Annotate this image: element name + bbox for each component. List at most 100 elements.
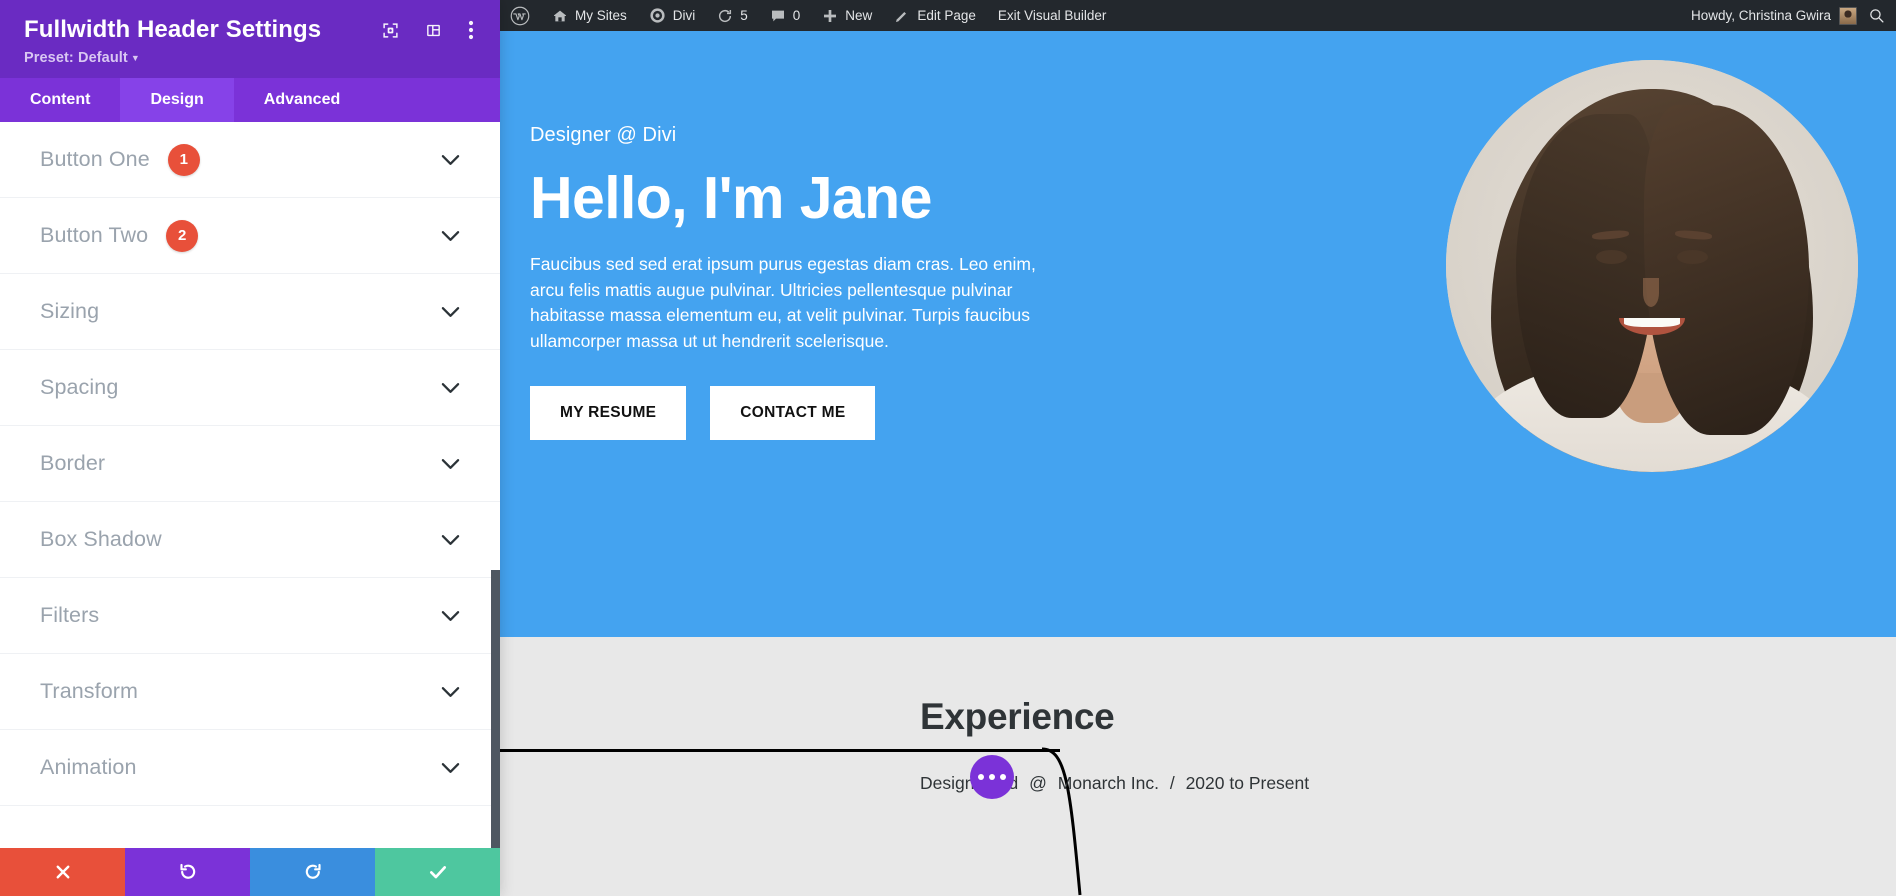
pencil-icon — [894, 8, 910, 24]
undo-button[interactable] — [125, 848, 250, 896]
accordion-label: Border — [40, 451, 106, 475]
panel-title-row: Fullwidth Header Settings — [24, 16, 478, 44]
save-button[interactable] — [375, 848, 500, 896]
accordion-item-button-two[interactable]: Button Two 2 — [0, 198, 500, 274]
tab-content[interactable]: Content — [0, 78, 120, 122]
panel-body: Button One 1 Button Two 2 Sizing Spacing… — [0, 122, 500, 848]
chevron-down-icon: ▼ — [130, 53, 140, 63]
hero-eyebrow: Designer @ Divi — [530, 124, 677, 146]
hero-buttons: MY RESUME CONTACT ME — [530, 385, 1070, 440]
tab-design[interactable]: Design — [120, 78, 234, 122]
adminbar-item-edit-page[interactable]: Edit Page — [883, 0, 987, 31]
experience-meta: Design Lead @ Monarch Inc. / 2020 to Pre… — [920, 773, 1620, 794]
redo-button[interactable] — [250, 848, 375, 896]
accordion-item-animation[interactable]: Animation — [0, 730, 500, 806]
tab-advanced[interactable]: Advanced — [234, 78, 370, 122]
adminbar-greeting: Howdy, Christina Gwira — [1690, 8, 1831, 23]
adminbar-item-my-sites[interactable]: My Sites — [541, 0, 638, 31]
my-resume-button[interactable]: MY RESUME — [530, 385, 687, 440]
hero-portrait-image — [1446, 60, 1858, 472]
updates-icon — [717, 8, 733, 24]
plus-icon — [822, 8, 838, 24]
chevron-down-icon — [441, 762, 460, 774]
experience-at: @ — [1029, 773, 1047, 793]
status-badge: 1 — [167, 143, 200, 176]
contact-me-button[interactable]: CONTACT ME — [710, 385, 876, 440]
avatar — [1839, 6, 1857, 25]
experience-company: Monarch Inc. — [1057, 773, 1159, 793]
preset-label: Preset: Default — [24, 50, 128, 66]
panel-tabs: Content Design Advanced — [0, 78, 500, 122]
focus-icon[interactable] — [382, 22, 399, 39]
adminbar-label-exit-visual-builder: Exit Visual Builder — [997, 8, 1107, 23]
dot-3 — [1000, 774, 1006, 780]
hero-body-text: Faucibus sed sed erat ipsum purus egesta… — [530, 253, 1036, 352]
accordion-label: Spacing — [40, 375, 119, 399]
experience-slash: / — [1169, 773, 1175, 793]
dot-1 — [978, 774, 984, 780]
accordion-item-border[interactable]: Border — [0, 426, 500, 502]
module-options-dots-button[interactable] — [970, 755, 1014, 799]
adminbar-label-divi: Divi — [672, 8, 696, 23]
adminbar-item-new[interactable]: New — [811, 0, 883, 31]
hero-text-block: Designer @ Divi Hello, I'm Jane Faucibus… — [530, 124, 1070, 440]
module-settings-panel: Fullwidth Header Settings Preset: Defaul… — [0, 0, 500, 896]
preset-selector[interactable]: Preset: Default ▼ — [24, 50, 478, 66]
panel-scrollbar[interactable] — [491, 570, 500, 848]
portrait-illustration — [1446, 60, 1858, 472]
accordion-item-spacing[interactable]: Spacing — [0, 350, 500, 426]
accordion-label: Animation — [40, 755, 137, 779]
experience-dates: 2020 to Present — [1185, 773, 1310, 793]
experience-title: Experience — [920, 696, 1115, 737]
panel-header: Fullwidth Header Settings Preset: Defaul… — [0, 0, 500, 78]
chevron-down-icon — [441, 610, 460, 622]
adminbar-item-updates[interactable]: 5 — [706, 0, 759, 31]
chevron-down-icon — [441, 306, 460, 318]
home-icon — [552, 8, 568, 24]
experience-block: Experience Design Lead @ Monarch Inc. / … — [920, 696, 1620, 794]
adminbar-item-exit-visual-builder[interactable]: Exit Visual Builder — [987, 0, 1118, 31]
cancel-button[interactable] — [0, 848, 125, 896]
panel-footer — [0, 848, 500, 896]
accordion-label: Filters — [40, 603, 100, 627]
accordion-item-button-one[interactable]: Button One 1 — [0, 122, 500, 198]
accordion-label: Transform — [40, 679, 139, 703]
close-icon — [54, 863, 72, 881]
page-title: Fullwidth Header Settings — [24, 16, 322, 43]
accordion-item-filters[interactable]: Filters — [0, 578, 500, 654]
screen: My Sites Divi 5 0 New Edit Page Exit Vis… — [0, 0, 1896, 896]
accordion-item-box-shadow[interactable]: Box Shadow — [0, 502, 500, 578]
page-content: Designer @ Divi Hello, I'm Jane Faucibus… — [500, 31, 1896, 896]
comment-icon — [770, 8, 786, 24]
adminbar-item-comments[interactable]: 0 — [759, 0, 812, 31]
chevron-down-icon — [441, 382, 460, 394]
accordion-label: Button Two — [40, 223, 149, 247]
check-icon — [428, 862, 448, 882]
adminbar-item-divi[interactable]: Divi — [638, 0, 707, 31]
adminbar-item-wordpress[interactable] — [500, 0, 541, 31]
adminbar-item-search[interactable] — [1857, 0, 1896, 31]
chevron-down-icon — [441, 230, 460, 242]
accordion-item-sizing[interactable]: Sizing — [0, 274, 500, 350]
accordion-label: Button One — [40, 147, 150, 171]
divi-icon — [649, 7, 666, 24]
chevron-down-icon — [441, 534, 460, 546]
chevron-down-icon — [441, 686, 460, 698]
dot-2 — [989, 774, 995, 780]
status-badge: 2 — [166, 219, 199, 252]
chevron-down-icon — [441, 154, 460, 166]
fullwidth-header-module[interactable]: Designer @ Divi Hello, I'm Jane Faucibus… — [500, 31, 1896, 637]
wordpress-logo-icon — [510, 6, 530, 26]
hero-inner: Designer @ Divi Hello, I'm Jane Faucibus… — [530, 31, 1870, 637]
search-icon — [1868, 7, 1885, 24]
layout-panel-icon[interactable] — [425, 22, 442, 39]
adminbar-account[interactable]: Howdy, Christina Gwira — [1690, 6, 1857, 25]
more-vertical-icon[interactable] — [468, 20, 474, 40]
hero-title: Hello, I'm Jane — [530, 165, 932, 231]
adminbar-label-new: New — [845, 8, 873, 23]
accordion-label: Sizing — [40, 299, 100, 323]
accordion-item-transform[interactable]: Transform — [0, 654, 500, 730]
adminbar-label-my-sites: My Sites — [575, 8, 627, 23]
experience-section: Experience Design Lead @ Monarch Inc. / … — [500, 637, 1896, 896]
accordion-label: Box Shadow — [40, 527, 162, 551]
